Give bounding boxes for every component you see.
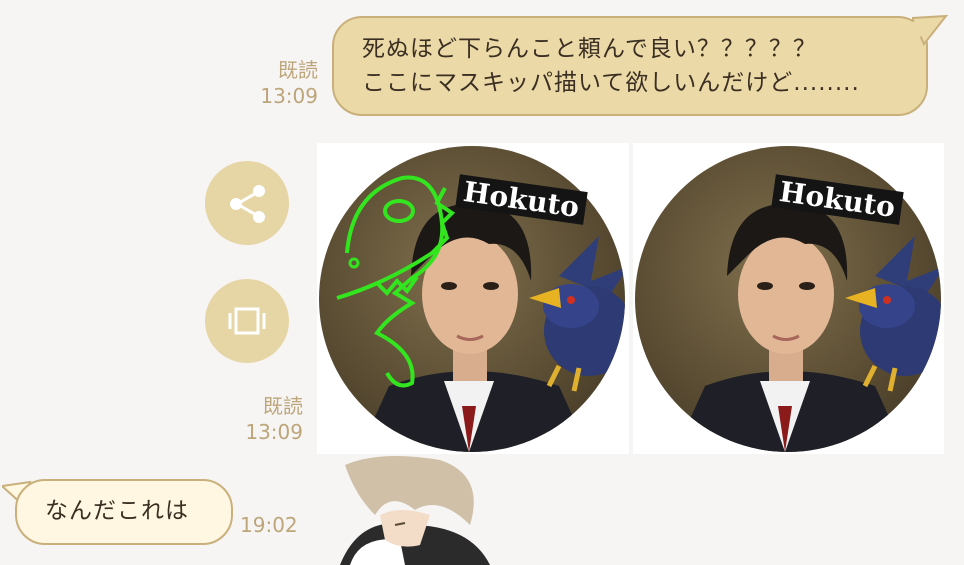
message-timestamp: 13:09 bbox=[260, 84, 318, 108]
read-receipt: 既読 bbox=[263, 394, 303, 418]
share-icon bbox=[230, 185, 265, 223]
message-line: 死ぬほど下らんこと頼んで良い？？？？？ bbox=[362, 36, 817, 62]
bubble-tail bbox=[912, 14, 948, 46]
incoming-message-bubble[interactable]: なんだこれは bbox=[15, 479, 233, 545]
outgoing-message-bubble[interactable]: 死ぬほど下らんこと頼んで良い？？？？？ ここにマスキッパ描いて欲しいんだけど..… bbox=[332, 16, 928, 116]
sender-avatar[interactable] bbox=[320, 455, 500, 565]
message-text: なんだこれは bbox=[45, 498, 189, 524]
image-attachment-edited[interactable]: Hokuto bbox=[317, 143, 629, 454]
expand-button[interactable] bbox=[205, 279, 289, 363]
bird-illustration bbox=[845, 236, 941, 392]
expand-icon bbox=[228, 307, 266, 335]
message-timestamp: 19:02 bbox=[240, 513, 298, 537]
read-receipt: 既読 bbox=[278, 58, 318, 82]
image-attachment-original[interactable]: Hokuto bbox=[633, 143, 944, 454]
message-line: ここにマスキッパ描いて欲しいんだけど........ bbox=[362, 70, 860, 96]
share-button[interactable] bbox=[205, 161, 289, 245]
message-timestamp: 13:09 bbox=[245, 420, 303, 444]
